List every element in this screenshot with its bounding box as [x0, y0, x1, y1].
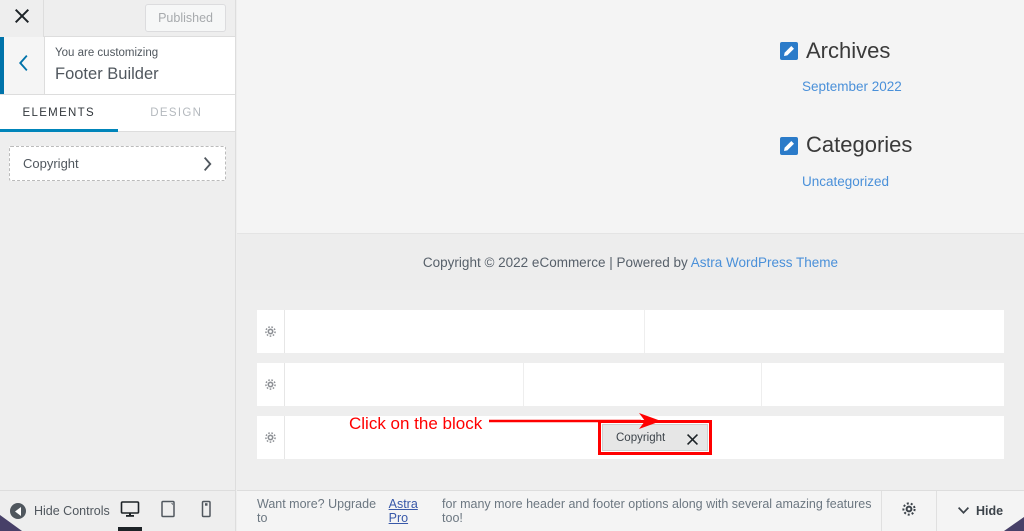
builder-row-below-footer: Copyright	[257, 416, 1004, 459]
tab-design[interactable]: DESIGN	[118, 95, 236, 131]
sidebar-content: Copyright	[0, 132, 235, 490]
builder-column[interactable]	[285, 363, 524, 406]
widget-archives: Archives September 2022	[780, 38, 1010, 96]
widget-heading: Categories	[806, 132, 913, 158]
widget-heading: Archives	[806, 38, 891, 63]
page-title: Footer Builder	[55, 65, 159, 84]
customizer-app: Published You are customizing Footer Bui…	[0, 0, 1024, 531]
builder-column[interactable]: Copyright	[285, 416, 1004, 459]
hide-controls-label: Hide Controls	[34, 504, 110, 518]
tablet-icon	[158, 499, 178, 524]
close-customizer-button[interactable]	[0, 0, 44, 37]
preview-frame: Archives September 2022 Categories Uncat…	[237, 0, 1024, 531]
gear-icon[interactable]	[257, 363, 285, 406]
builder-column[interactable]	[285, 310, 645, 353]
astra-message-suffix: for many more header and footer options …	[442, 497, 872, 525]
widget-column: Archives September 2022 Categories Uncat…	[780, 0, 1010, 227]
widget-title-row: Archives	[780, 38, 1010, 64]
astra-upgrade-message: Want more? Upgrade to Astra Pro for many…	[237, 491, 881, 531]
astra-theme-link[interactable]: Astra WordPress Theme	[691, 255, 838, 270]
astra-upgrade-bar: Want more? Upgrade to Astra Pro for many…	[237, 490, 1024, 531]
gear-icon[interactable]	[257, 416, 285, 459]
widget-categories: Categories Uncategorized	[780, 132, 1010, 190]
device-tablet-button[interactable]	[149, 491, 187, 531]
desktop-icon	[120, 499, 140, 524]
list-item: Uncategorized	[802, 173, 1010, 191]
collapse-left-icon	[10, 503, 26, 519]
astra-pro-link[interactable]: Astra Pro	[389, 497, 439, 525]
device-desktop-button[interactable]	[111, 491, 149, 531]
customizer-sidebar: Published You are customizing Footer Bui…	[0, 0, 236, 531]
builder-column[interactable]	[524, 363, 762, 406]
sidebar-item-copyright[interactable]: Copyright	[9, 146, 226, 181]
device-mobile-button[interactable]	[187, 491, 225, 531]
panel-header: You are customizing Footer Builder	[0, 37, 235, 95]
widget-title-row: Categories	[780, 132, 1010, 158]
row-columns: Copyright	[285, 416, 1004, 459]
mobile-icon	[196, 499, 216, 524]
panel-back-button[interactable]	[0, 37, 45, 94]
footer-widget-area: Archives September 2022 Categories Uncat…	[237, 0, 1024, 233]
footer-builder-canvas: Copyright Click on the block	[237, 290, 1024, 490]
pencil-edit-icon[interactable]	[780, 42, 798, 61]
row-columns	[285, 363, 1004, 406]
list-item: September 2022	[802, 78, 1010, 96]
publish-button[interactable]: Published	[145, 3, 226, 33]
sidebar-item-label: Copyright	[23, 156, 79, 171]
astra-message-prefix: Want more? Upgrade to	[257, 497, 377, 525]
gear-icon	[902, 501, 916, 521]
site-copyright-bar: Copyright © 2022 eCommerce | Powered by …	[237, 233, 1024, 290]
device-preview-group	[111, 491, 225, 531]
sidebar-footer-toolbar: Hide Controls	[0, 490, 235, 531]
astra-settings-button[interactable]	[881, 491, 936, 531]
row-columns	[285, 310, 1004, 353]
close-icon	[14, 8, 29, 28]
archive-link[interactable]: September 2022	[802, 79, 902, 94]
copyright-block-highlight: Copyright	[598, 420, 713, 455]
copyright-text: Copyright © 2022 eCommerce | Powered by …	[423, 255, 838, 270]
builder-column[interactable]	[645, 310, 1004, 353]
close-icon[interactable]	[687, 432, 699, 445]
chevron-down-icon	[957, 502, 969, 520]
panel-subtitle: You are customizing	[55, 47, 159, 60]
copyright-block-label: Copyright	[616, 431, 666, 444]
widget-link-list: September 2022	[780, 78, 1010, 96]
builder-row-primary-footer	[257, 363, 1004, 406]
panel-title-group: You are customizing Footer Builder	[45, 37, 235, 94]
hide-controls-button[interactable]: Hide Controls	[0, 503, 110, 519]
builder-column[interactable]	[762, 363, 1004, 406]
customizer-topbar: Published	[0, 0, 235, 37]
copyright-block[interactable]: Copyright	[602, 424, 709, 451]
pencil-edit-icon[interactable]	[780, 136, 798, 155]
chevron-right-icon	[204, 156, 213, 171]
copyright-prefix: Copyright © 2022 eCommerce | Powered by	[422, 254, 691, 270]
category-link[interactable]: Uncategorized	[802, 174, 889, 189]
chevron-left-icon	[18, 55, 30, 76]
widget-link-list: Uncategorized	[780, 173, 1010, 191]
astra-hide-label: Hide	[975, 504, 1004, 518]
gear-icon[interactable]	[257, 310, 285, 353]
astra-hide-button[interactable]: Hide	[936, 491, 1024, 531]
panel-tabs: ELEMENTS DESIGN	[0, 95, 235, 132]
tab-elements[interactable]: ELEMENTS	[0, 95, 118, 132]
builder-row-above-footer	[257, 310, 1004, 353]
